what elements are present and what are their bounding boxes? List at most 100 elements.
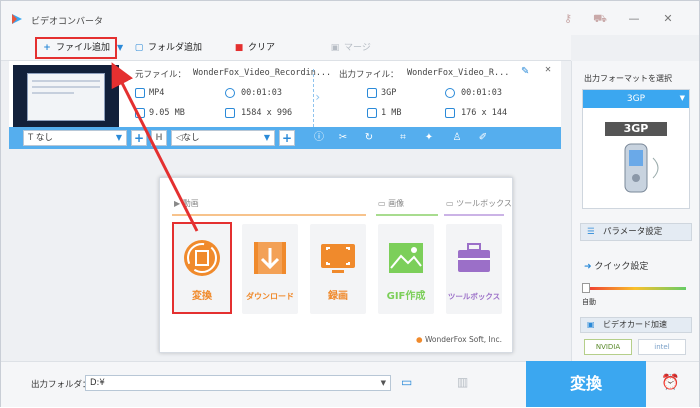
open-folder-icon[interactable]: ▭ <box>401 375 412 389</box>
output-folder-value: D:¥ <box>90 378 105 388</box>
edit-bar: T なし ▼ + H ◁なし ▼ + ⓘ ✂ ↻ ⌗ ✦ ♙ ✐ <box>9 127 561 149</box>
output-duration: 00:01:03 <box>461 88 502 98</box>
info-icon[interactable]: ⓘ <box>311 131 327 145</box>
intel-badge[interactable]: intel <box>638 339 686 355</box>
format-selector[interactable]: 3GP ▼ 3GP <box>582 89 690 209</box>
slider-auto-label: 自動 <box>582 298 596 306</box>
app-window: ビデオコンバータ ⚷ ⛟ — ✕ + ファイル追加 ▼ ▢ フォルダ追加 ■ クリア … <box>0 0 700 407</box>
section-toolbox-label: ツールボックス <box>456 199 512 208</box>
download-icon <box>254 242 286 274</box>
tile-download[interactable]: ダウンロード <box>242 224 298 314</box>
chevron-down-icon: ▼ <box>679 94 685 102</box>
convert-highlight <box>172 222 232 314</box>
gif-image-icon <box>389 243 423 273</box>
subtitle-extract-icon[interactable]: H <box>151 130 167 146</box>
image-section-line <box>376 214 438 216</box>
window-title: ビデオコンバータ <box>31 17 104 27</box>
clear-label: クリア <box>248 43 276 53</box>
gpu-accel-toggle[interactable]: ▣ ビデオカード加速 <box>580 317 692 333</box>
right-panel: 出力フォーマットを選択 3GP ▼ 3GP ☰ パラメータ設定 ➜ クイック設定 … <box>571 61 699 361</box>
parameter-settings-button[interactable]: ☰ パラメータ設定 <box>580 223 692 241</box>
close-icon[interactable]: ✕ <box>661 13 675 25</box>
gpu-label: ビデオカード加速 <box>603 320 667 329</box>
source-duration: 00:01:03 <box>241 88 282 98</box>
section-video-label: 動画 <box>182 199 199 208</box>
thumbnail-screen <box>27 73 105 121</box>
browse-icon[interactable]: ▥ <box>457 375 468 389</box>
chevron-down-icon: ▼ <box>263 133 270 142</box>
crop-icon[interactable]: ⌗ <box>395 131 411 145</box>
output-label: 出力ファイル： <box>339 70 399 80</box>
output-resolution-icon <box>445 108 455 118</box>
tile-record[interactable]: 録画 <box>310 224 366 314</box>
nvidia-badge[interactable]: NVIDIA <box>584 339 632 355</box>
remove-item-icon[interactable]: ✕ <box>545 64 551 75</box>
source-label: 元ファイル： <box>135 70 187 80</box>
section-video: ▶ 動画 <box>174 199 199 208</box>
chevron-down-icon: ▼ <box>380 379 386 387</box>
audio-value: なし <box>182 133 200 143</box>
wonderfox-logo-icon: ● <box>416 335 423 344</box>
cart-icon[interactable]: ⛟ <box>593 13 607 25</box>
format-icon <box>135 88 145 98</box>
gpu-icon: ▣ <box>587 320 595 329</box>
add-folder-button[interactable]: ▢ フォルダ追加 <box>133 35 202 61</box>
output-size: 1 MB <box>381 108 402 118</box>
convert-button[interactable]: 変換 <box>526 361 646 407</box>
video-section-line <box>172 214 366 216</box>
quick-settings: ➜ クイック設定 <box>584 259 648 272</box>
quality-slider[interactable] <box>584 287 686 290</box>
toolbox-icon <box>458 243 490 272</box>
output-clock-icon <box>445 88 455 98</box>
rename-icon[interactable]: ✎ <box>521 66 529 77</box>
watermark-icon[interactable]: ♙ <box>449 131 465 145</box>
merge-label: マージ <box>344 43 371 53</box>
add-audio-button[interactable]: + <box>279 130 295 146</box>
clock-icon <box>225 88 235 98</box>
subtitle-select[interactable]: T なし ▼ <box>23 130 127 146</box>
clear-button[interactable]: ■ クリア <box>233 35 275 61</box>
chevron-down-icon: ▼ <box>115 133 122 142</box>
tile-gif[interactable]: GIF作成 <box>378 224 434 314</box>
output-filename: WonderFox_Video_R... <box>407 68 510 78</box>
tile-record-label: 録画 <box>328 291 348 302</box>
rotate-icon[interactable]: ↻ <box>361 131 377 145</box>
arrow-right-icon: › <box>314 90 322 104</box>
tile-toolbox-label: ツールボックス <box>447 292 501 301</box>
minimize-icon[interactable]: — <box>627 13 641 25</box>
source-resolution: 1584 x 996 <box>241 108 293 118</box>
toolbox-section-line <box>444 214 504 216</box>
quick-arrow-icon: ➜ <box>584 262 595 272</box>
source-format: MP4 <box>149 88 165 98</box>
section-image: ▭ 画像 <box>378 199 405 208</box>
add-file-highlight <box>35 37 117 59</box>
output-format: 3GP <box>381 88 397 98</box>
add-file-dropdown-icon[interactable]: ▼ <box>117 35 123 61</box>
output-size-icon <box>367 108 377 118</box>
video-thumbnail[interactable] <box>13 65 119 127</box>
source-size: 9.05 MB <box>149 108 185 118</box>
section-toolbox: ▭ ツールボックス <box>446 199 512 208</box>
slider-handle[interactable] <box>582 283 590 293</box>
tile-toolbox[interactable]: ツールボックス <box>446 224 502 314</box>
subtitle-value: なし <box>35 133 53 143</box>
edit-pen-icon[interactable]: ✐ <box>475 131 491 145</box>
file-item[interactable]: 元ファイル： WonderFox_Video_Recordin... MP4 0… <box>9 61 561 127</box>
alarm-clock-icon[interactable]: ⏰ <box>661 373 680 391</box>
tile-gif-label: GIF作成 <box>386 291 426 302</box>
quick-label: クイック設定 <box>594 262 649 272</box>
tile-download-label: ダウンロード <box>246 292 294 301</box>
scissors-icon[interactable]: ✂ <box>335 131 351 145</box>
screen-record-icon <box>321 244 355 273</box>
add-subtitle-button[interactable]: + <box>131 130 147 146</box>
merge-icon: ▣ <box>330 43 340 53</box>
format-badge: 3GP <box>605 122 667 136</box>
audio-track-select[interactable]: ◁なし ▼ <box>171 130 275 146</box>
add-folder-label: フォルダ追加 <box>148 43 203 53</box>
merge-button[interactable]: ▣ マージ <box>329 35 371 61</box>
brand-label: WonderFox Soft, Inc. <box>424 335 502 344</box>
key-icon[interactable]: ⚷ <box>561 13 575 25</box>
effects-icon[interactable]: ✦ <box>421 131 437 145</box>
output-folder-field[interactable]: D:¥ ▼ <box>85 375 391 391</box>
trash-icon: ■ <box>234 43 244 53</box>
